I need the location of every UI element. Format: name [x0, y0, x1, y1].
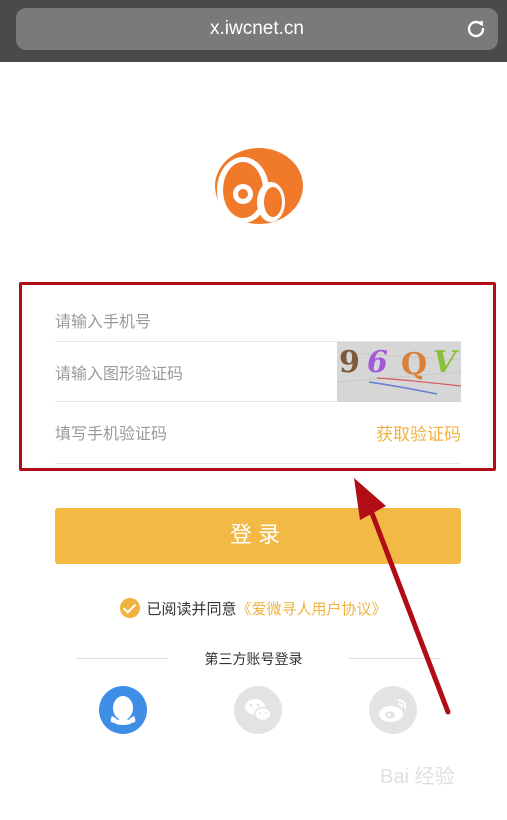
wechat-icon — [245, 699, 272, 722]
agree-checkbox[interactable] — [120, 598, 141, 618]
wechat-login-button[interactable] — [234, 686, 282, 734]
address-bar[interactable]: x.iwcnet.cn — [16, 8, 498, 50]
annotation-frame — [19, 282, 496, 471]
browser-toolbar: x.iwcnet.cn — [0, 0, 507, 62]
third-party-section: 第三方账号登录 — [0, 649, 507, 669]
agreement-prefix: 已阅读并同意 — [146, 600, 237, 618]
url-text: x.iwcnet.cn — [210, 18, 304, 39]
agreement-row: 已阅读并同意《爱微寻人用户协议》 — [0, 598, 507, 619]
reload-icon[interactable] — [464, 17, 488, 41]
agreement-link[interactable]: 《爱微寻人用户协议》 — [237, 600, 387, 618]
weibo-icon — [379, 699, 407, 722]
login-button[interactable]: 登录 — [55, 508, 461, 564]
weibo-login-button[interactable] — [369, 686, 417, 734]
third-party-title: 第三方账号登录 — [204, 652, 303, 668]
watermark: Bai 经验 — [380, 766, 455, 788]
qq-login-button[interactable] — [99, 686, 147, 734]
qq-icon — [110, 696, 136, 725]
app-logo — [215, 148, 303, 224]
